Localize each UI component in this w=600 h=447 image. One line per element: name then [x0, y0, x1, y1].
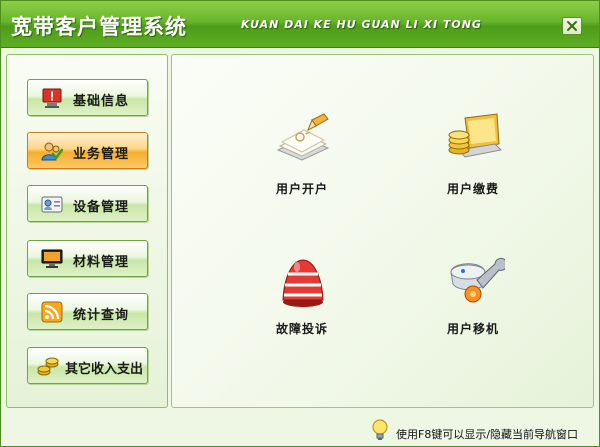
- app-title-pinyin: KUAN DAI KE HU GUAN LI XI TONG: [241, 18, 482, 31]
- tile-label: 用户缴费: [446, 182, 499, 196]
- tile-label: 用户开户: [275, 182, 328, 196]
- sidebar-item-basic-info[interactable]: 基础信息: [27, 79, 148, 116]
- app-title: 宽带客户管理系统: [11, 15, 187, 39]
- title-bar[interactable]: 宽带客户管理系统 KUAN DAI KE HU GUAN LI XI TONG: [1, 1, 599, 48]
- close-button[interactable]: [562, 17, 582, 35]
- rss-feed-icon: [41, 301, 63, 323]
- sidebar-item-statistics[interactable]: 统计查询: [27, 293, 148, 330]
- sidebar-item-business[interactable]: 业务管理: [27, 132, 148, 169]
- sidebar-item-label: 设备管理: [73, 200, 130, 215]
- sidebar-item-other-income[interactable]: 其它收入支出: [27, 347, 148, 384]
- close-icon: [567, 21, 577, 31]
- coins-icon: [37, 357, 59, 376]
- tile-relocation[interactable]: 用户移机: [418, 250, 528, 350]
- monitor-warning-icon: [42, 88, 62, 108]
- tile-fault-complaint[interactable]: 故障投诉: [247, 250, 357, 350]
- status-bar: 使用F8键可以显示/隐藏当前导航窗口: [1, 413, 599, 446]
- contacts-card-icon: [41, 196, 63, 213]
- main-panel: 用户开户 用户缴费 故障投诉 用户移机: [171, 54, 594, 408]
- lightbulb-icon: [372, 419, 388, 440]
- network-wrench-icon: [450, 257, 505, 303]
- status-hint: 使用F8键可以显示/隐藏当前导航窗口: [396, 428, 579, 441]
- tile-label: 用户移机: [446, 322, 499, 336]
- people-check-icon: [41, 142, 63, 161]
- alarm-bell-icon: [282, 259, 324, 307]
- tile-open-account[interactable]: 用户开户: [247, 110, 357, 210]
- sidebar-item-materials[interactable]: 材料管理: [27, 240, 148, 277]
- sidebar-item-label: 材料管理: [73, 255, 130, 270]
- sidebar-nav: 基础信息 业务管理 设备管理 材料管理 统计查询 其它收入支出: [6, 54, 168, 408]
- sidebar-item-equipment[interactable]: 设备管理: [27, 185, 148, 222]
- display-monitor-icon: [41, 249, 63, 268]
- sidebar-item-label: 其它收入支出: [65, 362, 144, 377]
- laptop-coins-icon: [448, 113, 503, 158]
- app-window: 宽带客户管理系统 KUAN DAI KE HU GUAN LI XI TONG …: [0, 0, 600, 447]
- sidebar-item-label: 统计查询: [73, 308, 130, 323]
- sidebar-item-label: 业务管理: [73, 147, 130, 162]
- tile-payment[interactable]: 用户缴费: [418, 110, 528, 210]
- sidebar-item-label: 基础信息: [73, 94, 130, 109]
- tile-label: 故障投诉: [275, 322, 328, 336]
- notebook-pencil-icon: [276, 113, 330, 161]
